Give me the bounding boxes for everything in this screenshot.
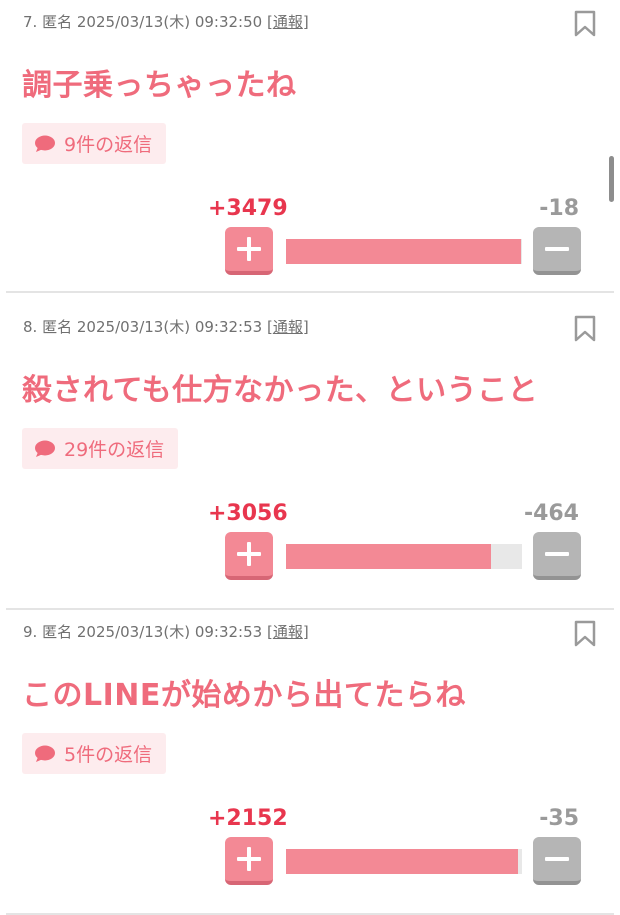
bookmark-icon[interactable] [574,315,596,343]
plus-count: +3479 [208,196,288,221]
comment-author: 匿名 [42,623,73,641]
scrollbar[interactable] [609,156,614,202]
comment-item: 8. 匿名 2025/03/13(木) 09:32:53 [通報] 殺されても仕… [0,305,614,610]
upvote-button[interactable] [225,227,273,275]
downvote-button[interactable] [533,227,581,275]
plus-icon-v [247,542,251,566]
vote-ratio-fill [286,849,519,874]
replies-button[interactable]: 9件の返信 [22,123,167,164]
comment-datetime: 2025/03/13(木) 09:32:50 [76,13,263,31]
speech-bubble-icon [34,135,56,153]
comment-text: 殺されても仕方なかった、ということ [22,373,539,408]
replies-button[interactable]: 5件の返信 [22,733,167,774]
upvote-button[interactable] [225,532,273,580]
bookmark-icon[interactable] [574,620,596,648]
comment-number: 7. [23,13,38,31]
report-link[interactable]: 通報 [273,13,303,31]
report-bracket-close: ] [302,623,309,641]
comment-meta: 9. 匿名 2025/03/13(木) 09:32:53 [通報] [23,621,309,642]
minus-icon [545,247,569,251]
comment-datetime: 2025/03/13(木) 09:32:53 [76,623,263,641]
speech-bubble-icon [34,440,56,458]
plus-icon-v [247,237,251,261]
comment-item: 9. 匿名 2025/03/13(木) 09:32:53 [通報] このLINE… [0,610,614,915]
comment-item: 7. 匿名 2025/03/13(木) 09:32:50 [通報] 調子乗っちゃ… [0,0,614,293]
report-link[interactable]: 通報 [273,318,303,336]
plus-count: +3056 [208,501,288,526]
report-bracket-close: ] [302,13,309,31]
speech-bubble-icon [34,745,56,763]
comment-text: このLINEが始めから出てたらね [22,678,466,713]
replies-label: 5件の返信 [64,744,153,766]
comment-meta: 7. 匿名 2025/03/13(木) 09:32:50 [通報] [23,11,309,32]
comment-author: 匿名 [42,318,73,336]
comment-author: 匿名 [42,13,73,31]
vote-ratio-bar [286,544,522,569]
minus-icon [545,857,569,861]
replies-label: 9件の返信 [64,134,153,156]
vote-ratio-fill [286,544,491,569]
vote-ratio-bar [286,239,522,264]
minus-count: -18 [539,196,579,221]
upvote-button[interactable] [225,837,273,885]
downvote-button[interactable] [533,837,581,885]
report-bracket-close: ] [302,318,309,336]
replies-label: 29件の返信 [64,439,165,461]
comment-number: 8. [23,318,38,336]
replies-button[interactable]: 29件の返信 [22,428,179,469]
comment-datetime: 2025/03/13(木) 09:32:53 [76,318,263,336]
report-link[interactable]: 通報 [273,623,303,641]
minus-icon [545,552,569,556]
plus-count: +2152 [208,806,288,831]
minus-count: -464 [523,501,579,526]
comment-text: 調子乗っちゃったね [22,68,297,103]
comment-divider [6,291,614,293]
plus-icon-v [247,847,251,871]
downvote-button[interactable] [533,532,581,580]
comment-meta: 8. 匿名 2025/03/13(木) 09:32:53 [通報] [23,316,309,337]
bookmark-icon[interactable] [574,10,596,38]
vote-ratio-fill [286,239,521,264]
comment-number: 9. [23,623,38,641]
vote-ratio-bar [286,849,522,874]
minus-count: -35 [539,806,579,831]
